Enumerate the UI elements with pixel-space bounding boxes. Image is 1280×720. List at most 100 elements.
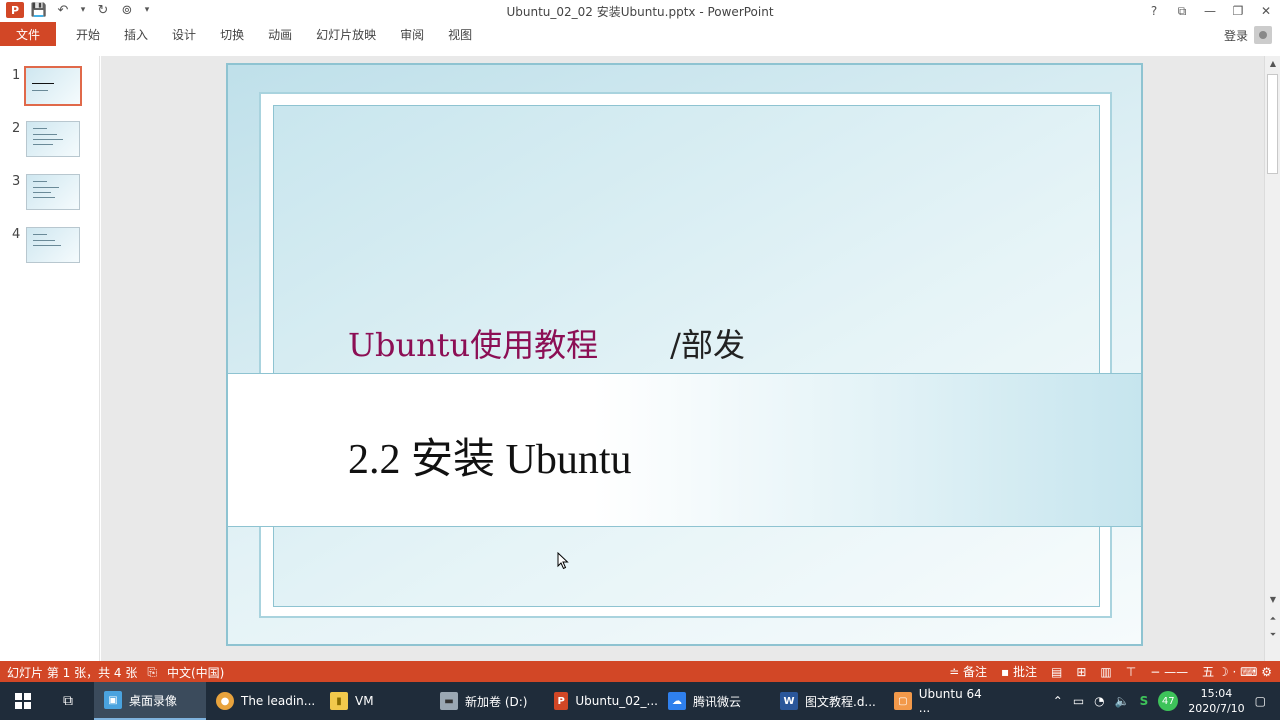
normal-view-icon[interactable]: ▤	[1051, 665, 1062, 679]
thumbnail-number: 1	[12, 68, 21, 83]
chevron-up-icon[interactable]: ⌃	[1053, 694, 1063, 708]
thumbnail-line	[33, 181, 47, 182]
status-bar: 幻灯片 第 1 张，共 4 张 ⎘ 中文(中国) ≐ 备注 ▪ 批注 ▤ ⊞ ▥…	[0, 661, 1280, 682]
windows-logo-icon	[15, 693, 31, 709]
slide-subtitle[interactable]: Ubuntu使用教程/部发	[348, 320, 745, 366]
thumbnail-item[interactable]: 2	[0, 121, 96, 161]
sogou-ime-icon[interactable]: S	[1140, 694, 1149, 708]
thumbnail-number: 3	[12, 174, 21, 189]
minimize-button[interactable]: —	[1196, 0, 1224, 22]
current-slide[interactable]: Ubuntu使用教程/部发 2.2 安装 Ubuntu	[226, 63, 1143, 646]
thumbnail-line	[33, 197, 55, 198]
tab-review[interactable]: 审阅	[388, 22, 436, 46]
chrome-icon: ●	[216, 692, 234, 710]
thumbnail-item[interactable]: 3	[0, 174, 96, 214]
thumbnail-item[interactable]: 4	[0, 227, 96, 267]
taskbar: ⧉ ▣ 桌面录像 ● The leadin... ▮ VM ▬ 新加卷 (D:)…	[0, 682, 1280, 720]
notification-badge[interactable]: 47	[1158, 691, 1179, 711]
thumbnail-line	[33, 139, 63, 140]
mouse-cursor-icon	[557, 552, 569, 570]
vmware-icon: ▢	[894, 692, 912, 710]
taskbar-item-weiyun[interactable]: ☁ 腾讯微云	[658, 682, 770, 720]
language-status[interactable]: 中文(中国)	[167, 664, 224, 681]
thumbnail-line	[33, 134, 57, 135]
clock-time: 15:04	[1200, 687, 1233, 700]
thumbnail-number: 2	[12, 121, 21, 136]
thumbnail-line	[33, 128, 47, 129]
previous-slide-icon[interactable]: ⏶	[1265, 612, 1280, 626]
taskbar-item-label: 桌面录像	[129, 693, 178, 708]
taskbar-item-browser[interactable]: ● The leadin...	[206, 682, 320, 720]
signin-label[interactable]: 登录	[1224, 27, 1248, 44]
taskbar-item-label: 腾讯微云	[693, 694, 742, 709]
signin-area[interactable]: 登录	[1224, 26, 1272, 44]
close-button[interactable]: ✕	[1252, 0, 1280, 22]
restore-button[interactable]: ❐	[1224, 0, 1252, 22]
scrollbar-thumb[interactable]	[1267, 74, 1278, 174]
action-center-icon[interactable]: ▢	[1255, 694, 1266, 708]
ribbon-tabs: 文件 开始 插入 设计 切换 动画 幻灯片放映 审阅 视图	[0, 22, 1280, 46]
slide-thumbnails-pane: 1 2 3 4	[0, 56, 100, 661]
thumbnail-number: 4	[12, 227, 21, 242]
tab-transitions[interactable]: 切换	[208, 22, 256, 46]
ime-toolbar-icon[interactable]: 五 ☽ · ⌨ ⚙	[1202, 663, 1272, 680]
tab-file[interactable]: 文件	[0, 22, 57, 46]
clock-date: 2020/7/10	[1188, 702, 1245, 715]
thumbnail-line	[32, 90, 48, 91]
title-bar: P 💾 ↶ ▾ ↻ ⊚ ▾ Ubuntu_02_02 安装Ubuntu.pptx…	[0, 0, 1280, 22]
volume-icon[interactable]: 🔈	[1115, 694, 1130, 708]
powerpoint-icon: P	[554, 692, 569, 710]
tab-insert[interactable]: 插入	[112, 22, 160, 46]
thumbnail-line	[33, 187, 59, 188]
network-icon[interactable]: ◔	[1094, 694, 1104, 708]
thumbnail-slide[interactable]	[26, 227, 80, 263]
slide-count-status: 幻灯片 第 1 张，共 4 张	[7, 666, 138, 680]
zoom-slider[interactable]: − ——	[1150, 665, 1188, 679]
clock[interactable]: 15:04 2020/7/10	[1188, 686, 1244, 716]
subtitle-author: /部发	[670, 326, 745, 364]
scroll-down-icon[interactable]: ▼	[1265, 592, 1280, 606]
thumbnail-slide[interactable]	[26, 121, 80, 157]
comments-button[interactable]: ▪ 批注	[1001, 663, 1037, 680]
taskbar-item-powerpoint[interactable]: P Ubuntu_02_...	[544, 682, 658, 720]
reading-view-icon[interactable]: ▥	[1100, 665, 1111, 679]
slide-title[interactable]: 2.2 安装 Ubuntu	[348, 425, 632, 486]
taskbar-item-word[interactable]: W 图文教程.d...	[770, 682, 884, 720]
screen-recorder-icon: ▣	[104, 691, 122, 709]
tab-view[interactable]: 视图	[436, 22, 484, 46]
window-title: Ubuntu_02_02 安装Ubuntu.pptx - PowerPoint	[506, 5, 774, 19]
scroll-up-icon[interactable]: ▲	[1265, 56, 1280, 70]
tab-design[interactable]: 设计	[160, 22, 208, 46]
start-button[interactable]	[0, 682, 46, 720]
battery-icon[interactable]: ▭	[1073, 694, 1084, 708]
slide-sorter-icon[interactable]: ⊞	[1076, 665, 1086, 679]
drive-icon: ▬	[440, 692, 458, 710]
vertical-scrollbar[interactable]: ▲ ▼ ⏶ ⏷	[1264, 56, 1280, 661]
task-view-icon[interactable]: ⧉	[48, 682, 88, 720]
ribbon-display-options-button[interactable]: ⧉	[1168, 0, 1196, 22]
thumbnail-slide[interactable]	[26, 174, 80, 210]
window-controls: ? ⧉ — ❐ ✕	[1140, 0, 1280, 22]
avatar[interactable]	[1254, 26, 1272, 44]
thumbnail-line	[33, 144, 53, 145]
subtitle-course: Ubuntu使用教程	[348, 326, 599, 364]
thumbnail-slide[interactable]	[24, 66, 82, 106]
system-tray: ⌃ ▭ ◔ 🔈 S 47 15:04 2020/7/10 ▢	[1053, 682, 1280, 720]
slideshow-view-icon[interactable]: ⊤	[1126, 665, 1136, 679]
spellcheck-icon[interactable]: ⎘	[147, 665, 157, 680]
tab-animations[interactable]: 动画	[256, 22, 304, 46]
help-button[interactable]: ?	[1140, 0, 1168, 22]
thumbnail-item[interactable]: 1	[0, 66, 96, 108]
taskbar-item-screen-recorder[interactable]: ▣ 桌面录像	[94, 682, 206, 720]
slide-editor[interactable]: Ubuntu使用教程/部发 2.2 安装 Ubuntu	[101, 56, 1264, 661]
tab-slideshow[interactable]: 幻灯片放映	[304, 22, 388, 46]
taskbar-item-label: VM	[355, 694, 374, 708]
next-slide-icon[interactable]: ⏷	[1265, 628, 1280, 642]
folder-icon: ▮	[330, 692, 348, 710]
taskbar-item-drive[interactable]: ▬ 新加卷 (D:)	[430, 682, 544, 720]
thumbnail-line	[33, 192, 51, 193]
notes-button[interactable]: ≐ 备注	[949, 663, 987, 680]
taskbar-item-vm-folder[interactable]: ▮ VM	[320, 682, 430, 720]
tab-home[interactable]: 开始	[64, 22, 112, 46]
taskbar-item-vmware[interactable]: ▢ Ubuntu 64 ...	[884, 682, 996, 720]
